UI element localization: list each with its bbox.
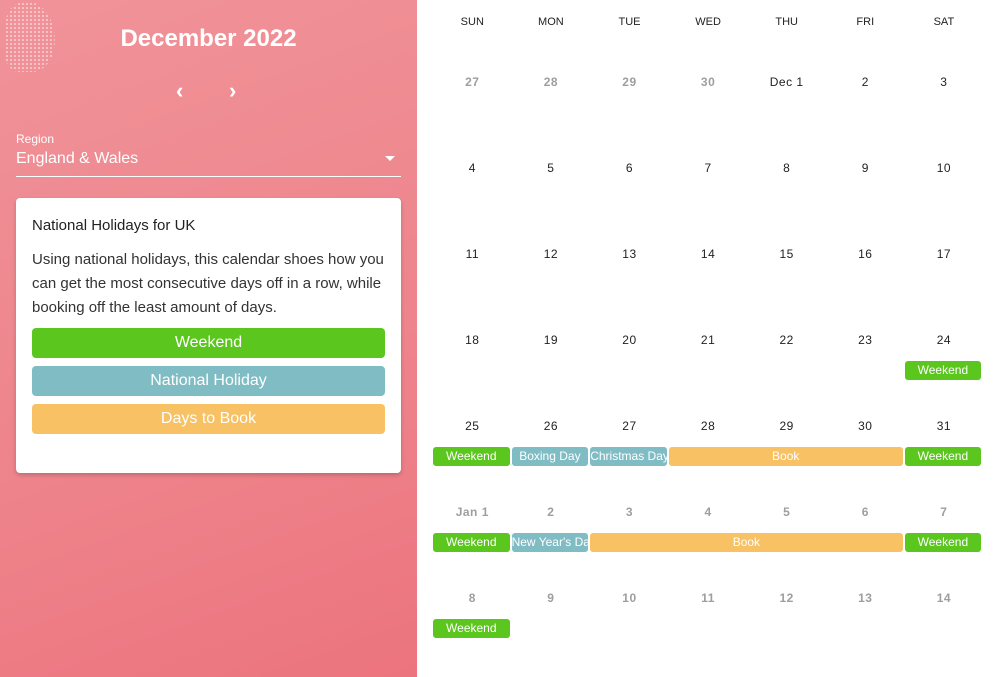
weekday-header: TUE: [618, 16, 641, 28]
event-weekend[interactable]: Weekend: [433, 619, 510, 638]
day-cell[interactable]: 5: [512, 161, 591, 175]
card-title: National Holidays for UK: [32, 217, 196, 234]
day-cell[interactable]: 7: [905, 505, 984, 519]
day-cell[interactable]: Dec 1: [747, 75, 826, 89]
day-cell[interactable]: 31: [905, 419, 984, 433]
chevron-left-icon[interactable]: ‹: [176, 78, 183, 104]
day-cell[interactable]: 8: [747, 161, 826, 175]
event-weekend[interactable]: Weekend: [904, 447, 982, 466]
day-cell[interactable]: 6: [826, 505, 905, 519]
day-cell[interactable]: 21: [669, 333, 748, 347]
day-cell[interactable]: 22: [747, 333, 826, 347]
day-cell[interactable]: 3: [590, 505, 669, 519]
day-cell[interactable]: 2: [826, 75, 905, 89]
weekday-header: SUN: [460, 16, 484, 28]
day-cell[interactable]: 16: [826, 247, 905, 261]
day-cell[interactable]: 9: [512, 591, 591, 605]
day-cell[interactable]: 13: [590, 247, 669, 261]
info-card: National Holidays for UK Using national …: [16, 198, 401, 473]
event-weekend[interactable]: Weekend: [904, 533, 982, 552]
day-cell[interactable]: 12: [747, 591, 826, 605]
day-cell[interactable]: 27: [433, 75, 512, 89]
day-cell[interactable]: 14: [905, 591, 984, 605]
day-cell[interactable]: Jan 1: [433, 505, 512, 519]
chevron-right-icon[interactable]: ›: [229, 78, 236, 104]
legend-holiday: National Holiday: [32, 366, 385, 396]
day-cell[interactable]: 26: [512, 419, 591, 433]
calendar-grid: SUN MON TUE WED THU FRI SAT 27 28 29 30 Dec 1234567…: [433, 0, 983, 677]
event-weekend[interactable]: Weekend: [433, 533, 510, 552]
day-cell[interactable]: 29: [590, 75, 669, 89]
day-cell[interactable]: 25: [433, 419, 512, 433]
weekday-header: THU: [775, 16, 798, 28]
legend: Weekend National Holiday Days to Book: [32, 328, 385, 434]
day-cell[interactable]: 5: [747, 505, 826, 519]
day-cell[interactable]: 2: [512, 505, 591, 519]
region-value: England & Wales: [16, 150, 139, 167]
weekday-header: WED: [695, 16, 721, 28]
day-cell[interactable]: 13: [826, 591, 905, 605]
event-weekend[interactable]: Weekend: [904, 361, 982, 380]
day-cell[interactable]: 12: [512, 247, 591, 261]
day-cell[interactable]: 14: [669, 247, 748, 261]
day-cell[interactable]: 11: [669, 591, 748, 605]
day-cell[interactable]: 30: [826, 419, 905, 433]
day-cell[interactable]: 10: [905, 161, 984, 175]
region-select[interactable]: England & Wales: [16, 150, 401, 177]
sidebar: December 2022 ‹ › Region England & Wales…: [0, 0, 417, 677]
day-cell[interactable]: 3: [905, 75, 984, 89]
day-cell[interactable]: 19: [512, 333, 591, 347]
day-cell[interactable]: 11: [433, 247, 512, 261]
event-holiday[interactable]: New Year's Day: [511, 533, 589, 552]
day-cell[interactable]: 29: [747, 419, 826, 433]
day-cell[interactable]: 8: [433, 591, 512, 605]
day-cell[interactable]: 7: [669, 161, 748, 175]
weekday-header: SAT: [933, 16, 955, 28]
day-cell[interactable]: 23: [826, 333, 905, 347]
day-cell[interactable]: 17: [905, 247, 984, 261]
card-description: Using national holidays, this calendar s…: [32, 251, 384, 316]
legend-weekend: Weekend: [32, 328, 385, 358]
day-cell[interactable]: 27: [590, 419, 669, 433]
day-cell[interactable]: 30: [669, 75, 748, 89]
weekday-header: MON: [538, 16, 564, 28]
caret-down-icon: [385, 156, 395, 161]
event-weekend[interactable]: Weekend: [433, 447, 510, 466]
region-label: Region: [16, 132, 55, 146]
day-cell[interactable]: 9: [826, 161, 905, 175]
event-holiday[interactable]: Christmas Day: [590, 447, 667, 466]
day-cell[interactable]: 10: [590, 591, 669, 605]
day-cell[interactable]: 24: [905, 333, 984, 347]
event-book[interactable]: Book: [668, 447, 903, 466]
legend-book: Days to Book: [32, 404, 385, 434]
day-cell[interactable]: 15: [747, 247, 826, 261]
day-cell[interactable]: 6: [590, 161, 669, 175]
event-holiday[interactable]: Boxing Day: [511, 447, 589, 466]
day-cell[interactable]: 28: [512, 75, 591, 89]
day-cell[interactable]: 4: [433, 161, 512, 175]
event-book[interactable]: Book: [590, 533, 903, 552]
day-cell[interactable]: 28: [669, 419, 748, 433]
day-cell[interactable]: 20: [590, 333, 669, 347]
day-cell[interactable]: 4: [669, 505, 748, 519]
weekday-header: FRI: [856, 16, 875, 28]
month-title: December 2022: [120, 25, 297, 52]
day-cell[interactable]: 18: [433, 333, 512, 347]
